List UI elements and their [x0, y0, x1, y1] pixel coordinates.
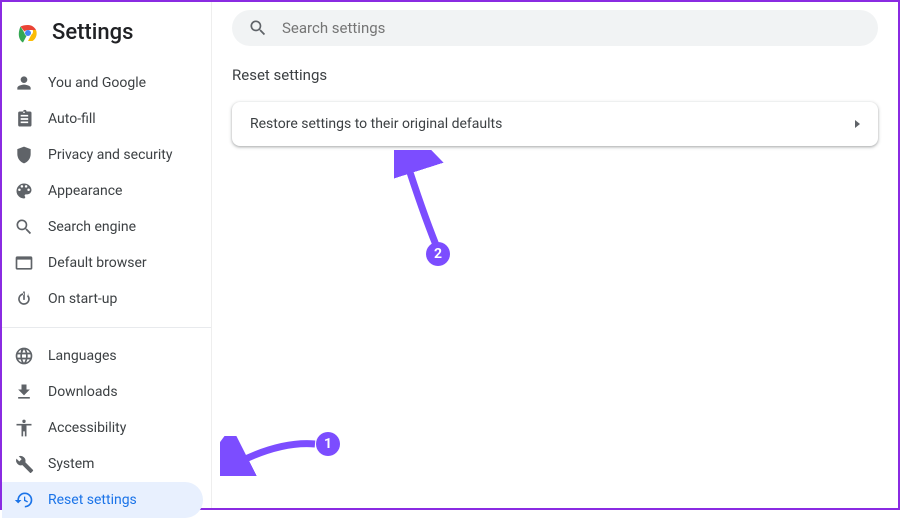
sidebar-item-label: You and Google — [48, 75, 146, 91]
sidebar-group-2: Languages Downloads Accessibility System… — [2, 332, 211, 524]
wrench-icon — [14, 454, 34, 474]
annotation-badge-2: 2 — [426, 242, 450, 266]
sidebar-item-default-browser[interactable]: Default browser — [2, 245, 203, 281]
sidebar-item-label: Privacy and security — [48, 147, 172, 163]
sidebar-item-label: Auto-fill — [48, 111, 96, 127]
search-input[interactable] — [282, 19, 862, 37]
annotation-badge-1: 1 — [316, 432, 340, 456]
section-title: Reset settings — [232, 66, 878, 84]
sidebar-item-label: Downloads — [48, 384, 118, 400]
person-icon — [14, 73, 34, 93]
sidebar-item-reset-settings[interactable]: Reset settings — [2, 482, 203, 518]
chrome-logo-icon — [16, 21, 40, 45]
download-icon — [14, 382, 34, 402]
chevron-right-icon — [855, 120, 860, 128]
settings-header: Settings — [2, 12, 211, 59]
sidebar-group-1: You and Google Auto-fill Privacy and sec… — [2, 59, 211, 323]
restore-defaults-row[interactable]: Restore settings to their original defau… — [232, 102, 878, 146]
search-icon — [14, 217, 34, 237]
sidebar-item-system[interactable]: System — [2, 446, 203, 482]
main-content: Reset settings Restore settings to their… — [212, 2, 898, 508]
sidebar-item-you-and-google[interactable]: You and Google — [2, 65, 203, 101]
sidebar-item-label: Languages — [48, 348, 117, 364]
search-bar[interactable] — [232, 10, 878, 46]
shield-icon — [14, 145, 34, 165]
sidebar-item-search-engine[interactable]: Search engine — [2, 209, 203, 245]
power-icon — [14, 289, 34, 309]
palette-icon — [14, 181, 34, 201]
sidebar-item-downloads[interactable]: Downloads — [2, 374, 203, 410]
sidebar-item-languages[interactable]: Languages — [2, 338, 203, 374]
sidebar-item-label: Accessibility — [48, 420, 126, 436]
reset-settings-card: Restore settings to their original defau… — [232, 102, 878, 146]
annotation-arrow-1 — [220, 436, 320, 476]
sidebar-item-label: Default browser — [48, 255, 147, 271]
sidebar: Settings You and Google Auto-fill Privac… — [2, 2, 212, 508]
restore-icon — [14, 490, 34, 510]
page-title: Settings — [52, 20, 133, 45]
sidebar-item-label: Search engine — [48, 219, 136, 235]
sidebar-item-on-startup[interactable]: On start-up — [2, 281, 203, 317]
sidebar-item-label: Reset settings — [48, 492, 137, 508]
sidebar-item-privacy-and-security[interactable]: Privacy and security — [2, 137, 203, 173]
clipboard-icon — [14, 109, 34, 129]
sidebar-item-label: System — [48, 456, 94, 472]
sidebar-item-label: Appearance — [48, 183, 122, 199]
card-row-label: Restore settings to their original defau… — [250, 116, 502, 132]
sidebar-item-autofill[interactable]: Auto-fill — [2, 101, 203, 137]
browser-icon — [14, 253, 34, 273]
sidebar-item-accessibility[interactable]: Accessibility — [2, 410, 203, 446]
globe-icon — [14, 346, 34, 366]
sidebar-item-label: On start-up — [48, 291, 117, 307]
search-icon — [248, 18, 268, 38]
sidebar-divider — [2, 327, 211, 328]
accessibility-icon — [14, 418, 34, 438]
sidebar-item-appearance[interactable]: Appearance — [2, 173, 203, 209]
